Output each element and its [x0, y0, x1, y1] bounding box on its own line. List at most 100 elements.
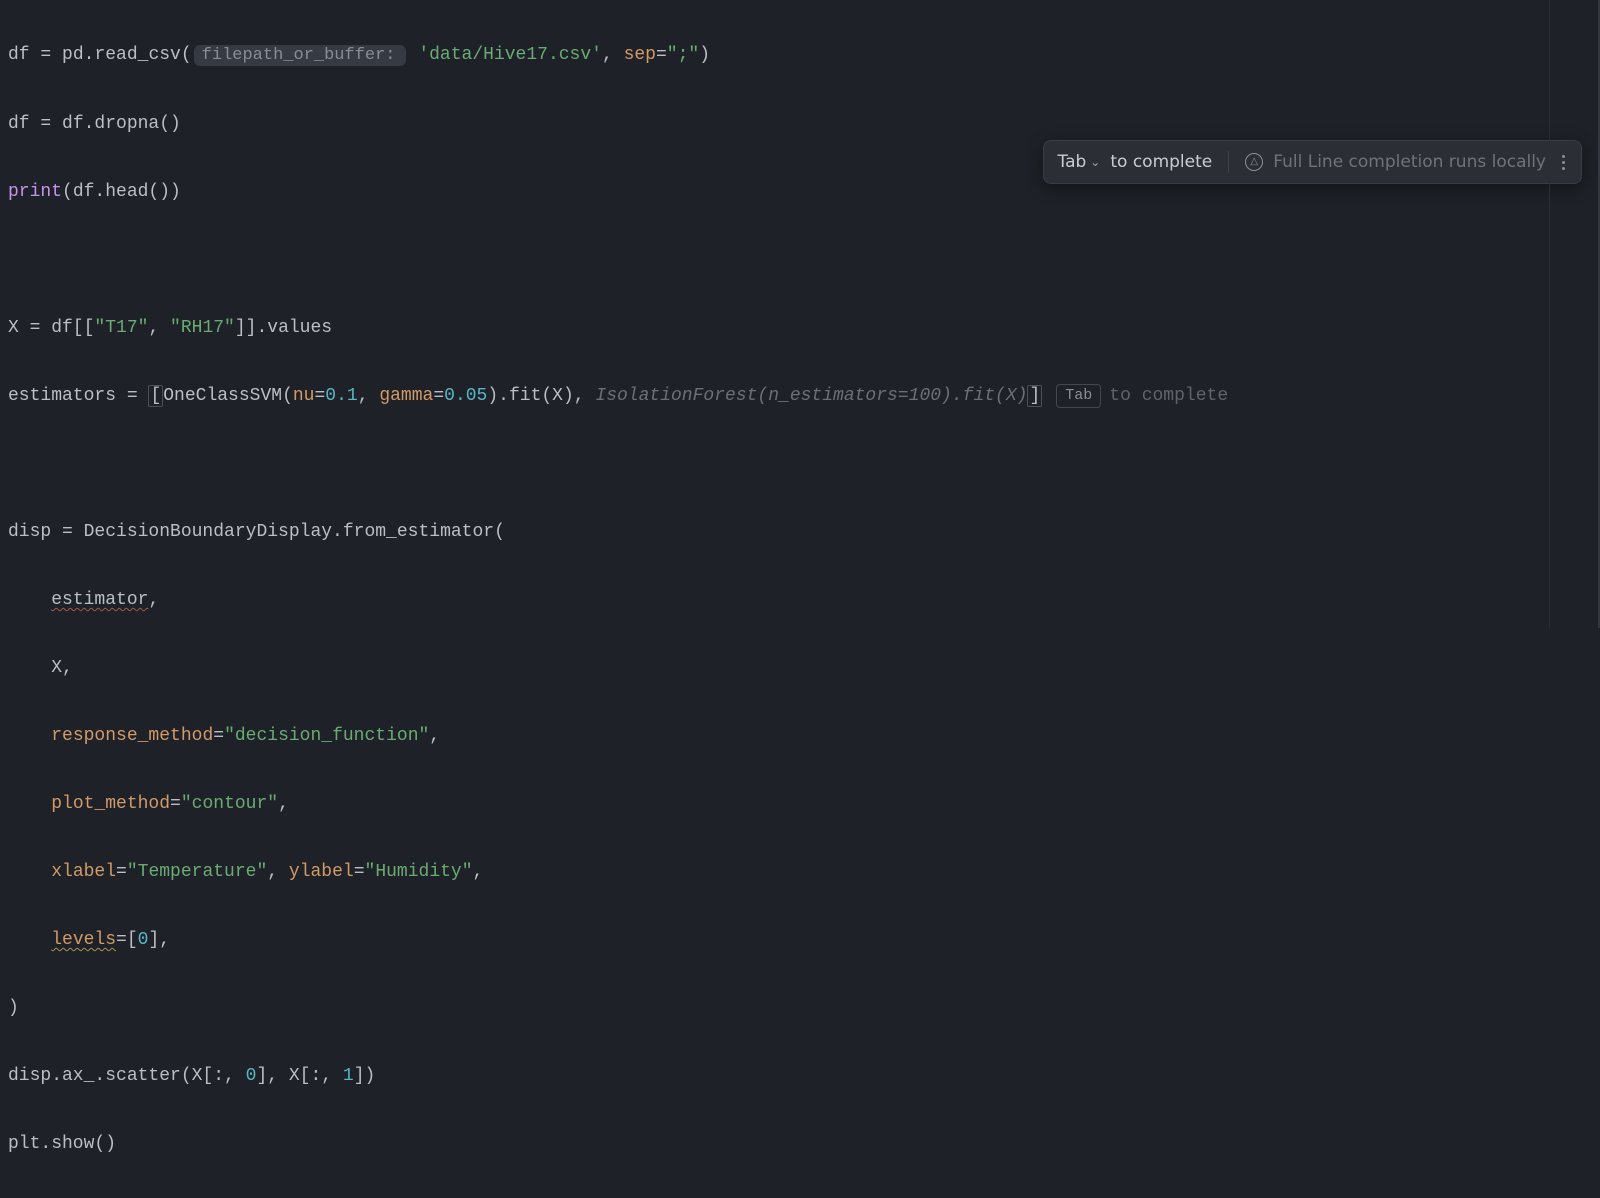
- kwarg-token: response_method: [51, 726, 213, 746]
- token: ]): [354, 1066, 376, 1086]
- code-line[interactable]: plot_method="contour",: [8, 787, 1592, 821]
- code-line[interactable]: df = pd.read_csv(filepath_or_buffer: 'da…: [8, 38, 1592, 73]
- number-token: 0: [246, 1066, 257, 1086]
- ai-completion-icon: △: [1245, 153, 1263, 171]
- token: disp = DecisionBoundaryDisplay.from_esti…: [8, 522, 505, 542]
- kwarg-token: plot_method: [51, 794, 170, 814]
- token: (: [181, 45, 192, 65]
- editor-guide-line: [1549, 0, 1550, 628]
- inline-completion-hint: Tab to complete: [1056, 386, 1228, 406]
- number-token: 1: [343, 1066, 354, 1086]
- code-line[interactable]: ): [8, 991, 1592, 1025]
- indent: [8, 794, 51, 814]
- tab-key-hint: Tab: [1056, 384, 1101, 408]
- code-line[interactable]: estimator,: [8, 583, 1592, 617]
- code-line[interactable]: xlabel="Temperature", ylabel="Humidity",: [8, 855, 1592, 889]
- builtin-token: print: [8, 182, 62, 202]
- token: =: [314, 386, 325, 406]
- string-token: "decision_function": [224, 726, 429, 746]
- token: ,: [473, 862, 484, 882]
- token: ,: [148, 318, 170, 338]
- kebab-menu-icon[interactable]: [1556, 151, 1571, 174]
- token: =: [170, 794, 181, 814]
- string-token: "Temperature": [127, 862, 267, 882]
- token: ).fit(X),: [487, 386, 595, 406]
- string-token: "RH17": [170, 318, 235, 338]
- token: .: [84, 45, 95, 65]
- parameter-hint: filepath_or_buffer:: [194, 45, 406, 66]
- token: =: [116, 862, 127, 882]
- kwarg-token: ylabel: [289, 862, 354, 882]
- token: X,: [8, 658, 73, 678]
- code-line[interactable]: estimators = [OneClassSVM(nu=0.1, gamma=…: [8, 379, 1592, 413]
- string-token: "contour": [181, 794, 278, 814]
- number-token: 0.05: [444, 386, 487, 406]
- code-line[interactable]: levels=[0],: [8, 923, 1592, 957]
- token: plt.show(): [8, 1134, 116, 1154]
- token: disp.ax_.scatter(X[:,: [8, 1066, 246, 1086]
- tab-text: Tab: [1058, 145, 1087, 179]
- popup-complete-label: to complete: [1110, 145, 1212, 179]
- tab-key-label[interactable]: Tab ⌄: [1058, 145, 1101, 179]
- token: (df.head()): [62, 182, 181, 202]
- token: ]].values: [235, 318, 332, 338]
- string-token: ";": [667, 45, 699, 65]
- token: ,: [148, 590, 159, 610]
- number-token: 0: [138, 930, 149, 950]
- token: ,: [602, 45, 624, 65]
- completion-hint-popup[interactable]: Tab ⌄ to complete △ Full Line completion…: [1043, 140, 1582, 184]
- string-token: "T17": [94, 318, 148, 338]
- token: X = df[[: [8, 318, 94, 338]
- token: [: [127, 930, 138, 950]
- kwarg-token: xlabel: [51, 862, 116, 882]
- kwarg-token: gamma: [379, 386, 433, 406]
- kwarg-token: nu: [293, 386, 315, 406]
- separator: [1228, 151, 1229, 173]
- popup-full-line-label: Full Line completion runs locally: [1273, 145, 1546, 179]
- token: =: [30, 45, 62, 65]
- token: ,: [267, 862, 289, 882]
- token: df: [8, 114, 30, 134]
- token: ,: [358, 386, 380, 406]
- token: pd: [62, 45, 84, 65]
- string-token: "Humidity": [365, 862, 473, 882]
- token: ]: [148, 930, 159, 950]
- token: =: [213, 726, 224, 746]
- token: ): [8, 998, 19, 1018]
- token: =: [433, 386, 444, 406]
- token: read_csv: [94, 45, 180, 65]
- kwarg-token: levels: [51, 930, 116, 950]
- ghost-completion: IsolationForest(n_estimators=100).fit(X): [595, 386, 1027, 406]
- code-line[interactable]: [8, 243, 1592, 277]
- token: df: [8, 45, 30, 65]
- code-line[interactable]: disp = DecisionBoundaryDisplay.from_esti…: [8, 515, 1592, 549]
- token: OneClassSVM(: [163, 386, 293, 406]
- code-line[interactable]: plt.show(): [8, 1127, 1592, 1161]
- token: estimators =: [8, 386, 148, 406]
- token: =: [354, 862, 365, 882]
- error-token: estimator: [51, 590, 148, 610]
- code-line[interactable]: [8, 447, 1592, 481]
- code-line[interactable]: disp.ax_.scatter(X[:, 0], X[:, 1]): [8, 1059, 1592, 1093]
- hint-text: to complete: [1109, 386, 1228, 406]
- token: ,: [278, 794, 289, 814]
- number-token: 0.1: [325, 386, 357, 406]
- bracket-token: ]: [1027, 385, 1042, 407]
- code-line[interactable]: X = df[["T17", "RH17"]].values: [8, 311, 1592, 345]
- token: = df.dropna(): [30, 114, 181, 134]
- token: ,: [159, 930, 170, 950]
- code-line[interactable]: response_method="decision_function",: [8, 719, 1592, 753]
- token: =: [656, 45, 667, 65]
- token: ], X[:,: [256, 1066, 342, 1086]
- kwarg-token: sep: [624, 45, 656, 65]
- code-line[interactable]: X,: [8, 651, 1592, 685]
- indent: [8, 590, 51, 610]
- code-line[interactable]: df = df.dropna(): [8, 107, 1592, 141]
- indent: [8, 930, 51, 950]
- token: =: [116, 930, 127, 950]
- token: ,: [429, 726, 440, 746]
- chevron-down-icon: ⌄: [1090, 145, 1100, 179]
- indent: [8, 862, 51, 882]
- indent: [8, 726, 51, 746]
- token: ): [699, 45, 710, 65]
